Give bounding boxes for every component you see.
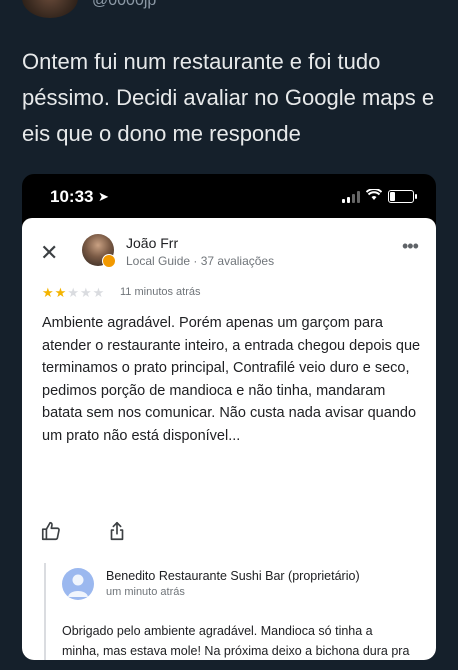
star-filled-icon: ★ (42, 285, 55, 300)
review-text: Ambiente agradável. Porém apenas um garç… (42, 315, 421, 444)
status-bar: 10:33 ➤ (22, 174, 436, 218)
tweet-handle[interactable]: @0000jp (92, 0, 156, 10)
location-arrow-icon: ➤ (98, 189, 109, 204)
star-empty-icon: ★ (92, 285, 106, 300)
thumbs-up-icon[interactable] (40, 520, 62, 542)
wifi-icon (365, 188, 383, 204)
owner-name: Benedito Restaurante Sushi Bar (propriet… (106, 569, 360, 583)
star-filled-icon: ★ (54, 285, 68, 300)
review-card: ✕ João Frr Local Guide · 37 avaliações •… (22, 218, 436, 660)
star-empty-icon: ★ (67, 285, 80, 300)
phone-screenshot: 10:33 ➤ ✕ João Frr Local Guide · 37 aval… (22, 174, 436, 660)
owner-reply-time: um minuto atrás (106, 586, 185, 598)
rating-stars: ★★★★★ (42, 285, 105, 301)
tweet-text: Ontem fui num restaurante e foi tudo pés… (22, 49, 435, 146)
owner-avatar (62, 568, 94, 600)
share-icon[interactable] (106, 520, 128, 542)
local-guide-badge-icon (102, 254, 116, 268)
author-avatar[interactable] (82, 234, 116, 268)
more-options-icon[interactable]: ••• (402, 236, 419, 257)
owner-reply: Benedito Restaurante Sushi Bar (propriet… (44, 563, 426, 660)
battery-icon (388, 190, 417, 203)
author-name[interactable]: João Frr (126, 235, 178, 251)
signal-icon (342, 191, 360, 203)
status-time: 10:33 (50, 187, 94, 206)
close-icon[interactable]: ✕ (40, 240, 58, 266)
tweet-avatar[interactable] (22, 0, 78, 18)
author-meta: Local Guide · 37 avaliações (126, 254, 275, 268)
owner-reply-text: Obrigado pelo ambiente agradável. Mandio… (62, 624, 410, 658)
star-empty-icon: ★ (79, 285, 93, 300)
review-time: 11 minutos atrás (120, 286, 201, 298)
